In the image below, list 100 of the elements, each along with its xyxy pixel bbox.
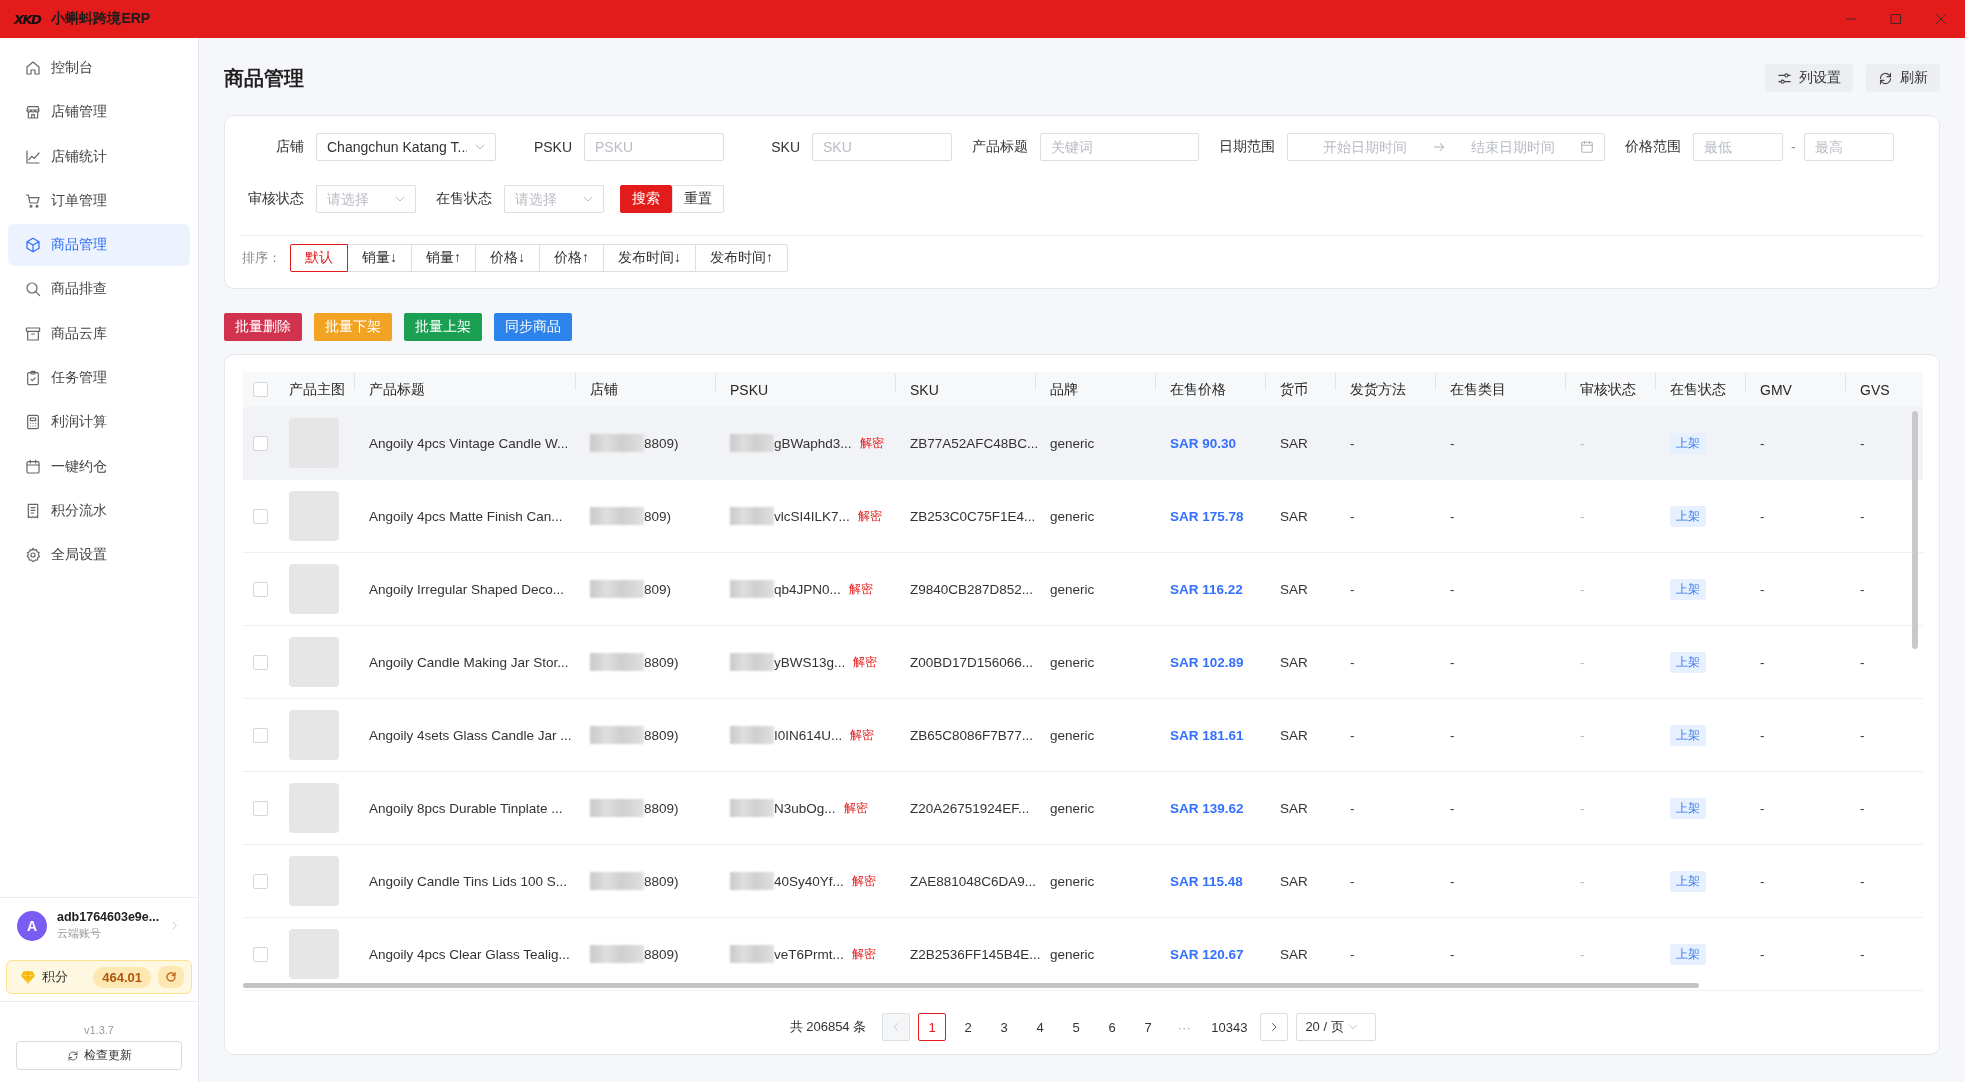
sort-option[interactable]: 发布时间↑	[695, 244, 788, 272]
brand-name: generic	[1050, 654, 1095, 670]
start-date-field[interactable]: 开始日期时间	[1298, 135, 1432, 159]
update-button[interactable]: 检查更新	[16, 1041, 182, 1070]
row-checkbox[interactable]	[253, 581, 268, 597]
horizontal-scrollbar-thumb[interactable]	[243, 983, 1699, 988]
close-icon[interactable]	[1935, 13, 1947, 25]
price-text: SAR 116.22	[1170, 581, 1243, 597]
arrow-right-icon	[1432, 140, 1446, 154]
row-checkbox[interactable]	[253, 727, 268, 743]
vertical-scrollbar-thumb[interactable]	[1912, 411, 1918, 649]
filter-label: 产品标题	[972, 138, 1028, 156]
column-settings-button[interactable]: 列设置	[1765, 64, 1853, 92]
sort-option[interactable]: 销量↑	[411, 244, 476, 272]
row-checkbox[interactable]	[253, 873, 268, 889]
row-checkbox[interactable]	[253, 946, 268, 962]
sidebar-item[interactable]: 商品排查	[8, 268, 190, 311]
page-button[interactable]: 4	[1026, 1013, 1055, 1041]
product-photo	[289, 710, 339, 760]
max-price-field[interactable]: 最高	[1803, 133, 1894, 161]
cart-icon	[25, 192, 41, 209]
price-text: SAR 102.89	[1170, 654, 1244, 670]
review-status: -	[1580, 873, 1585, 889]
end-date-field[interactable]: 结束日期时间	[1446, 135, 1580, 159]
row-checkbox[interactable]	[253, 800, 268, 816]
sidebar-item[interactable]: 利润计算	[8, 401, 190, 444]
decrypt-link[interactable]: 解密	[857, 507, 882, 525]
page-button[interactable]: 7	[1134, 1013, 1163, 1041]
currency-text: SAR	[1280, 727, 1308, 743]
brand-name: generic	[1050, 508, 1095, 524]
decrypt-link[interactable]: 解密	[859, 434, 884, 452]
sidebar-item[interactable]: 店铺统计	[8, 135, 190, 178]
decrypt-link[interactable]: 解密	[848, 580, 873, 598]
decrypt-link[interactable]: 解密	[851, 945, 876, 963]
sidebar-item[interactable]: 商品管理	[8, 224, 190, 267]
refresh-button[interactable]: 刷新	[1866, 64, 1940, 92]
redaction-blur	[590, 945, 644, 963]
page-button[interactable]: 1	[918, 1013, 947, 1041]
psku-text: gBWaphd3...	[774, 435, 852, 451]
row-checkbox[interactable]	[253, 508, 268, 524]
sidebar-item[interactable]: 任务管理	[8, 357, 190, 400]
status-tag: 上架	[1670, 797, 1706, 819]
home-icon	[25, 60, 41, 76]
dropdown-field[interactable]: 请选择	[316, 185, 416, 213]
page-size-select[interactable]: 20 / 页	[1296, 1013, 1377, 1041]
dropdown-field[interactable]: Changchun Katang T...	[316, 133, 496, 161]
next-page-button[interactable]	[1260, 1013, 1289, 1041]
bulk-action-button[interactable]: 同步商品	[494, 313, 572, 341]
sidebar-item[interactable]: 积分流水	[8, 489, 190, 532]
filter-label: 价格范围	[1625, 138, 1681, 156]
category-text: -	[1450, 508, 1455, 524]
text-field[interactable]: SKU	[812, 133, 952, 161]
decrypt-link[interactable]: 解密	[853, 653, 878, 671]
shipping-method: -	[1350, 654, 1355, 670]
sidebar-item[interactable]: 商品云库	[8, 312, 190, 355]
currency-text: SAR	[1280, 508, 1308, 524]
dropdown-field[interactable]: 请选择	[504, 185, 604, 213]
sku-text: ZB65C8086F7B77...	[910, 727, 1034, 743]
sort-option[interactable]: 价格↓	[475, 244, 540, 272]
redaction-blur	[590, 580, 644, 598]
decrypt-link[interactable]: 解密	[850, 726, 875, 744]
page-button[interactable]: 6	[1098, 1013, 1127, 1041]
sort-option[interactable]: 默认	[290, 244, 348, 272]
page-button[interactable]: 5	[1062, 1013, 1091, 1041]
price-text: SAR 120.67	[1170, 946, 1244, 962]
row-checkbox[interactable]	[253, 435, 268, 451]
column-header: 品牌	[1050, 380, 1078, 399]
row-checkbox[interactable]	[253, 654, 268, 670]
column-header: PSKU	[730, 381, 769, 398]
page-button[interactable]: 2	[954, 1013, 983, 1041]
sidebar-item[interactable]: 控制台	[8, 47, 190, 89]
page-button[interactable]: 3	[990, 1013, 1019, 1041]
shipping-method: -	[1350, 508, 1355, 524]
sort-option[interactable]: 价格↑	[539, 244, 604, 272]
search-button[interactable]: 搜索	[620, 185, 672, 213]
date-range-field[interactable]: 开始日期时间 结束日期时间	[1287, 133, 1605, 161]
sort-option[interactable]: 销量↓	[347, 244, 412, 272]
text-field[interactable]: 关键词	[1040, 133, 1199, 161]
bulk-action-button[interactable]: 批量删除	[224, 313, 302, 341]
redaction-blur	[730, 799, 774, 817]
brand-name: generic	[1050, 727, 1095, 743]
sidebar-item[interactable]: 订单管理	[8, 179, 190, 222]
sidebar-item[interactable]: 店铺管理	[8, 91, 190, 134]
status-tag: 上架	[1670, 578, 1706, 600]
sidebar-item[interactable]: 全局设置	[8, 534, 190, 577]
sidebar-item[interactable]: 一键约仓	[8, 445, 190, 488]
decrypt-link[interactable]: 解密	[851, 872, 876, 890]
reset-button[interactable]: 重置	[672, 185, 724, 213]
refresh-icon[interactable]	[158, 966, 184, 988]
category-text: -	[1450, 873, 1455, 889]
maximize-icon[interactable]	[1890, 13, 1902, 25]
receipt-icon	[25, 502, 41, 519]
sort-option[interactable]: 发布时间↓	[603, 244, 696, 272]
text-field[interactable]: PSKU	[584, 133, 724, 161]
product-title: Angoily 4pcs Matte Finish Can...	[369, 508, 563, 524]
min-price-field[interactable]: 最低	[1693, 133, 1783, 161]
filter-label: 在售状态	[436, 190, 492, 208]
page-button[interactable]: 10343	[1206, 1013, 1253, 1041]
select-all-checkbox[interactable]	[253, 382, 268, 397]
decrypt-link[interactable]: 解密	[843, 799, 868, 817]
